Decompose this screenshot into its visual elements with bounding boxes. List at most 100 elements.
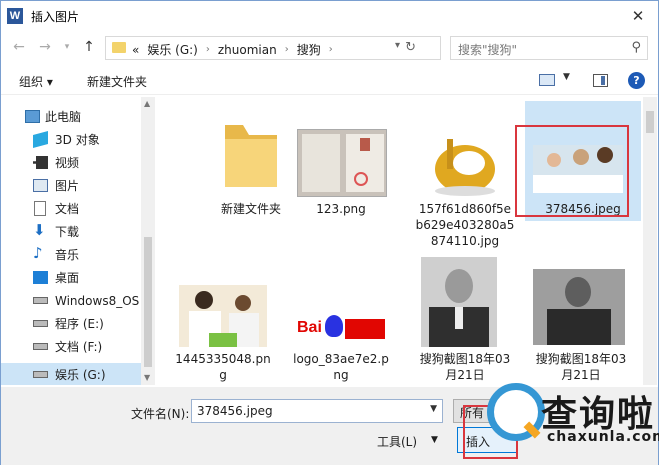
file-list: 新建文件夹 123.png 157f61d860f5e b629e403280a… [157,97,657,385]
content-scrollbar[interactable] [643,97,657,385]
sidebar-item-label: 文档 [55,202,80,216]
sidebar-item-label: 音乐 [55,248,80,262]
close-button[interactable]: ✕ [626,5,650,27]
sidebar-item-label: Windows8_OS [55,293,140,308]
back-arrow-icon[interactable]: ← [9,37,29,57]
certificate-thumbnail [297,129,387,197]
baidu-logo-thumbnail: Bai [295,313,387,347]
file-tile-sogou-screenshot-2[interactable]: 搜狗截图18年03 月21日 [523,251,639,382]
sidebar-item-3d-objects[interactable]: 3D 对象 [1,128,141,151]
help-icon[interactable]: ? [628,72,645,89]
folder-icon [112,42,126,53]
window-title: 插入图片 [31,10,80,24]
recent-dropdown-icon[interactable]: ▾ [57,37,77,57]
file-tile-123-png[interactable]: 123.png [283,107,399,237]
file-tile-logo-83ae7e2[interactable]: Bai logo_83ae7e2.p ng [283,251,399,382]
file-name: 1445335048.pn [175,352,271,366]
file-name: 123.png [316,202,366,216]
drive-icon [33,297,48,304]
chevron-right-icon[interactable]: › [285,44,289,55]
sidebar-scroll-thumb[interactable] [144,237,152,367]
scroll-down-icon[interactable]: ▼ [144,373,150,382]
file-tile-sogou-screenshot-1[interactable]: 搜狗截图18年03 月21日 [407,251,523,382]
sidebar-item-downloads[interactable]: ⬇ 下载 [1,220,141,243]
sidebar-item-label: 视频 [55,156,80,170]
sidebar-item-desktop[interactable]: 桌面 [1,266,141,289]
file-name: b629e403280a5 [415,218,515,232]
navigation-bar: ← → ▾ ↑ « 娱乐 (G:) › zhuomian › 搜狗 › ▾ ↻ … [1,33,658,63]
view-dropdown-icon[interactable]: ▼ [563,72,570,82]
golden-key-thumbnail [435,139,495,196]
drive-icon [33,320,48,327]
sidebar-item-this-pc[interactable]: 此电脑 [1,105,141,128]
navigation-pane: 此电脑 3D 对象 视频 图片 文档 ⬇ 下载 ♪ 音乐 桌面 Windows8… [1,97,155,385]
filename-dropdown-icon[interactable]: ▼ [430,404,437,414]
sidebar-item-pictures[interactable]: 图片 [1,174,141,197]
sidebar-item-label: 下载 [55,225,80,239]
magnifier-logo-icon [487,383,545,441]
tools-menu[interactable]: 工具(L) [377,433,417,450]
sidebar-item-videos[interactable]: 视频 [1,151,141,174]
video-icon [33,156,48,169]
address-bar[interactable]: « 娱乐 (G:) › zhuomian › 搜狗 › ▾ ↻ [105,36,441,60]
sidebar-item-drive-g[interactable]: 娱乐 (G:) [1,363,141,385]
nurses-thumbnail [179,285,267,347]
content-scroll-thumb[interactable] [646,111,654,133]
file-name: 搜狗截图18年03 [419,352,511,366]
breadcrumb-current[interactable]: 搜狗 [297,41,321,58]
breadcrumb-folder[interactable]: zhuomian [218,43,277,57]
paw-icon [325,315,343,337]
tools-dropdown-icon[interactable]: ▼ [431,435,438,445]
refresh-icon[interactable]: ↻ [405,40,416,55]
computer-icon [25,110,40,123]
new-folder-button[interactable]: 新建文件夹 [87,73,147,90]
search-icon: ⚲ [631,40,641,55]
search-input[interactable]: 搜索"搜狗" [458,41,517,58]
change-view-icon[interactable] [539,74,555,86]
filename-value[interactable]: 378456.jpeg [197,404,273,418]
3d-objects-icon [33,130,48,149]
chevron-right-icon[interactable]: › [206,44,210,55]
file-name: ng [333,368,349,382]
file-name: logo_83ae7e2.p [293,352,389,366]
breadcrumb: « 娱乐 (G:) › zhuomian › 搜狗 › [132,41,333,58]
file-name: g [219,368,227,382]
selection-highlight-box [515,125,629,217]
up-arrow-icon[interactable]: ↑ [79,37,99,57]
watermark-url: chaxunla.com [547,429,659,445]
filename-field[interactable]: 378456.jpeg ▼ [191,399,443,423]
command-bar: 组织 ▾ 新建文件夹 ▼ ? [1,67,658,95]
forward-arrow-icon[interactable]: → [35,37,55,57]
sidebar-scrollbar[interactable]: ▲ ▼ [141,97,155,385]
search-box[interactable]: 搜索"搜狗" ⚲ [450,36,648,60]
file-name: 874110.jpg [430,234,500,248]
organize-menu[interactable]: 组织 ▾ [19,73,53,90]
baidu-logo-icon: Bai [297,319,322,336]
breadcrumb-overflow[interactable]: « [132,43,139,57]
file-tile-157f61d860f5[interactable]: 157f61d860f5e b629e403280a5 874110.jpg [407,107,523,248]
sidebar-item-drive-e[interactable]: 程序 (E:) [1,312,141,335]
portrait-thumbnail [421,257,497,347]
sidebar-item-documents[interactable]: 文档 [1,197,141,220]
file-tile-1445335048[interactable]: 1445335048.pn g [165,251,281,382]
sidebar-item-music[interactable]: ♪ 音乐 [1,243,141,266]
sidebar-item-windows8-os[interactable]: Windows8_OS [1,289,141,312]
sidebar-item-label: 此电脑 [45,110,82,124]
filename-label: 文件名(N): [131,407,190,421]
sidebar-item-label: 图片 [55,179,80,193]
preview-pane-icon[interactable] [593,74,608,87]
music-icon: ♪ [33,244,43,262]
scroll-up-icon[interactable]: ▲ [144,99,150,108]
sidebar-item-label: 娱乐 (G:) [55,368,106,382]
insert-picture-dialog: W 插入图片 ✕ ← → ▾ ↑ « 娱乐 (G:) › zhuomian › … [0,0,659,465]
sidebar-item-drive-f[interactable]: 文档 (F:) [1,335,141,358]
address-dropdown-icon[interactable]: ▾ [395,40,400,51]
chevron-right-icon[interactable]: › [329,44,333,55]
drive-icon [33,343,48,350]
sidebar-item-label: 3D 对象 [55,133,100,147]
title-bar: W 插入图片 ✕ [1,1,658,31]
file-name: 157f61d860f5e [418,202,512,216]
drive-icon [33,371,48,378]
breadcrumb-drive[interactable]: 娱乐 (G:) [147,41,198,58]
desktop-icon [33,271,48,284]
